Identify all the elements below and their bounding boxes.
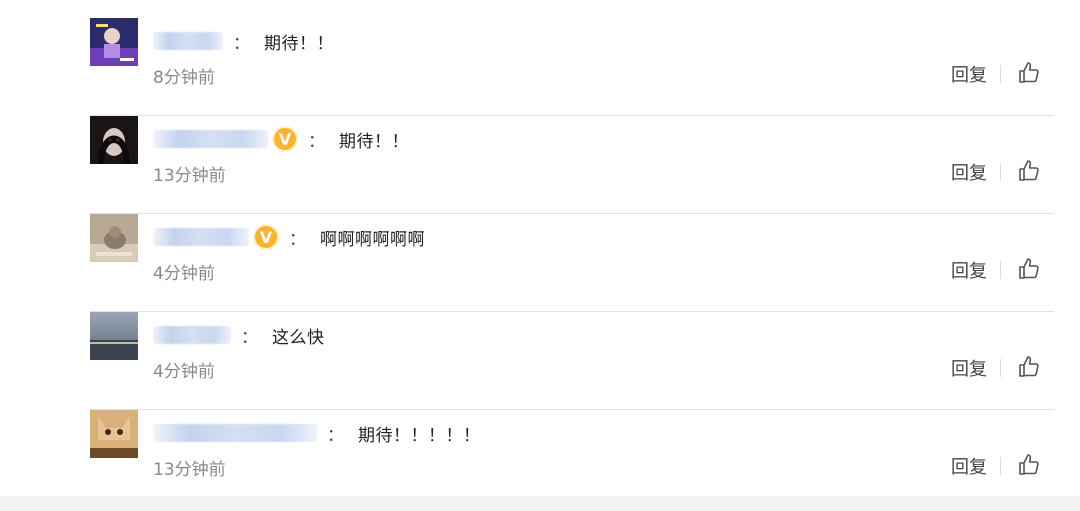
reply-button[interactable]: 回复 (951, 257, 987, 283)
comment-item: ： 期待！！ 8分钟前 回复 (90, 18, 1054, 116)
action-divider (1000, 163, 1001, 181)
avatar[interactable] (90, 214, 138, 262)
reply-button[interactable]: 回复 (951, 355, 987, 381)
comment-header: ： 期待！！ (153, 26, 334, 56)
comment-text: 啊啊啊啊啊啊 (320, 229, 425, 250)
comment-item: ： 期待！！！！！ 13分钟前 回复 (90, 410, 1054, 508)
thumbs-up-icon[interactable] (1017, 257, 1041, 281)
timestamp: 4分钟前 (153, 264, 215, 284)
avatar[interactable] (90, 410, 138, 458)
name-separator: ： (233, 33, 250, 54)
vip-badge-icon: V (272, 126, 298, 152)
comment-text: 这么快 (272, 327, 325, 348)
thumbs-up-icon[interactable] (1017, 61, 1041, 85)
name-separator: ： (308, 131, 325, 152)
comment-header: ： 期待！！！！！ (153, 418, 481, 448)
name-separator: ： (289, 229, 306, 250)
action-divider (1000, 457, 1001, 475)
username-blurred[interactable] (153, 130, 268, 148)
avatar[interactable] (90, 312, 138, 360)
reply-button[interactable]: 回复 (951, 159, 987, 185)
comment-item: ： 这么快 4分钟前 回复 (90, 312, 1054, 410)
comment-text: 期待！！ (264, 33, 334, 54)
name-separator: ： (241, 327, 258, 348)
thumbs-up-icon[interactable] (1017, 453, 1041, 477)
username-blurred[interactable] (153, 32, 223, 50)
username-blurred[interactable] (153, 424, 317, 442)
username-blurred[interactable] (153, 326, 231, 344)
thumbs-up-icon[interactable] (1017, 159, 1041, 183)
avatar[interactable] (90, 18, 138, 66)
timestamp: 4分钟前 (153, 362, 215, 382)
comment-text: 期待！！！！！ (358, 425, 481, 446)
reply-button[interactable]: 回复 (951, 61, 987, 87)
timestamp: 8分钟前 (153, 68, 215, 88)
vip-badge-icon: V (253, 224, 279, 250)
comment-header: ： 这么快 (153, 320, 325, 350)
timestamp: 13分钟前 (153, 166, 226, 186)
thumbs-up-icon[interactable] (1017, 355, 1041, 379)
comment-text: 期待！！ (339, 131, 409, 152)
avatar[interactable] (90, 116, 138, 164)
reply-button[interactable]: 回复 (951, 453, 987, 479)
username-blurred[interactable] (153, 228, 249, 246)
comment-header: V ： 啊啊啊啊啊啊 (153, 222, 425, 252)
timestamp: 13分钟前 (153, 460, 226, 480)
comment-item: V ： 啊啊啊啊啊啊 4分钟前 回复 (90, 214, 1054, 312)
action-divider (1000, 261, 1001, 279)
comment-header: V ： 期待！！ (153, 124, 409, 154)
name-separator: ： (327, 425, 344, 446)
action-divider (1000, 359, 1001, 377)
action-divider (1000, 65, 1001, 83)
comment-item: V ： 期待！！ 13分钟前 回复 (90, 116, 1054, 214)
